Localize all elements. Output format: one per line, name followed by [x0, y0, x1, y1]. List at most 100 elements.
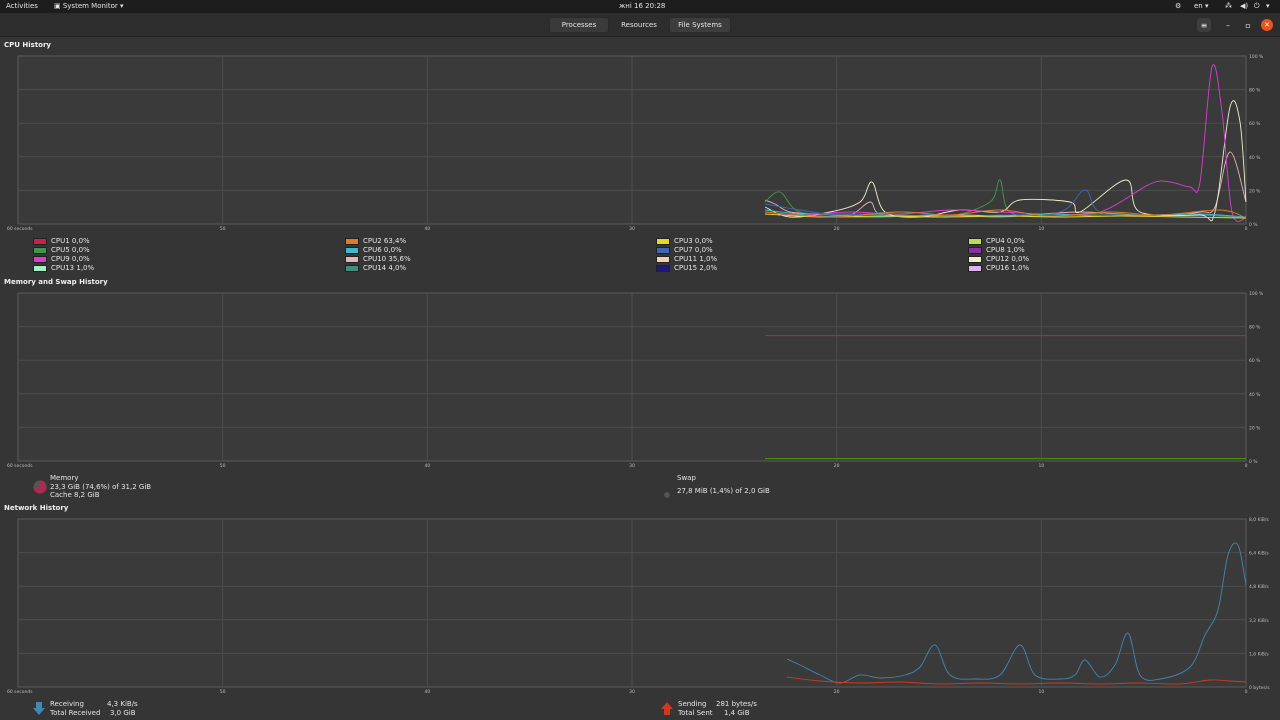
cpu-legend-item[interactable]: CPU13 1,0%: [33, 264, 94, 272]
tab-file-systems-label: File Systems: [678, 21, 722, 29]
cpu-legend-item[interactable]: CPU15 2,0%: [656, 264, 717, 272]
header-bar: Processes Resources File Systems ≡ – ▫ ✕: [0, 13, 1280, 37]
minimize-icon[interactable]: –: [1221, 18, 1235, 32]
cpu-legend-item[interactable]: CPU7 0,0%: [656, 246, 713, 254]
cpu-legend-item[interactable]: CPU14 4,0%: [345, 264, 406, 272]
cpu-legend-item[interactable]: CPU3 0,0%: [656, 237, 713, 245]
cpu-color-swatch[interactable]: [345, 246, 359, 254]
cpu-legend-label: CPU7 0,0%: [674, 246, 713, 254]
memory-x-tick: 20: [834, 463, 840, 469]
hamburger-menu-icon[interactable]: ≡: [1197, 18, 1211, 32]
cpu-color-swatch[interactable]: [345, 264, 359, 272]
memory-x-tick: 60 seconds: [7, 463, 33, 469]
receiving-info: Receiving Total Received: [50, 700, 100, 717]
cpu-x-tick: 40: [424, 226, 430, 232]
settings-icon[interactable]: ⚙: [1175, 2, 1181, 10]
cpu-color-swatch[interactable]: [33, 264, 47, 272]
memory-graph: 60 seconds 50 40 30 20 10 0 100 % 80 % 60 % 40 % 20…: [7, 291, 1264, 469]
memory-y-tick: 60 %: [1249, 358, 1261, 364]
network-graph: 60 seconds 50 40 30 20 10 0 8,0 KiB/s 6,4 KiB/s 4…: [7, 517, 1270, 695]
sending-label: Sending: [678, 700, 707, 708]
tab-resources[interactable]: Resources: [610, 17, 668, 33]
clock[interactable]: жні 16 20:28: [619, 2, 665, 10]
memory-y-tick: 0 %: [1249, 459, 1258, 465]
monitor-icon: ▣: [54, 2, 63, 10]
total-sent-label: Total Sent: [678, 708, 713, 717]
cpu-y-tick: 80 %: [1249, 88, 1261, 94]
network-icon[interactable]: ⁂: [1225, 2, 1232, 10]
network-x-tick: 60 seconds: [7, 689, 33, 695]
system-menu-chevron-icon[interactable]: ▾: [1266, 2, 1270, 10]
power-icon[interactable]: ⏻: [1254, 2, 1260, 11]
cpu-legend-item[interactable]: CPU4 0,0%: [968, 237, 1025, 245]
network-x-tick: 40: [424, 689, 430, 695]
cpu-legend-item[interactable]: CPU5 0,0%: [33, 246, 90, 254]
maximize-icon[interactable]: ▫: [1241, 18, 1255, 32]
tab-file-systems[interactable]: File Systems: [669, 17, 731, 33]
cpu-color-swatch[interactable]: [33, 255, 47, 263]
cpu-color-swatch[interactable]: [656, 264, 670, 272]
cpu-color-swatch[interactable]: [33, 237, 47, 245]
network-y-tick: 4,8 KiB/s: [1249, 584, 1269, 590]
chevron-down-icon: ▾: [117, 2, 124, 10]
cpu-legend-item[interactable]: CPU10 35,6%: [345, 255, 411, 263]
network-y-tick: 3,2 KiB/s: [1249, 618, 1269, 624]
cpu-legend-label: CPU11 1,0%: [674, 255, 718, 263]
network-y-tick: 0 bytes/s: [1249, 685, 1270, 691]
cpu-color-swatch[interactable]: [656, 246, 670, 254]
tab-resources-label: Resources: [621, 21, 657, 29]
swap-used: 27,8 MiB (1,4%) of 2,0 GiB: [677, 486, 770, 495]
cpu-x-tick: 50: [220, 226, 226, 232]
close-icon[interactable]: ✕: [1261, 19, 1273, 31]
cpu-legend-label: CPU13 1,0%: [51, 264, 95, 272]
cpu-y-tick: 0 %: [1249, 222, 1258, 228]
cpu-color-swatch[interactable]: [968, 237, 982, 245]
tab-processes[interactable]: Processes: [549, 17, 609, 33]
memory-y-tick: 40 %: [1249, 392, 1261, 398]
cpu-legend-item[interactable]: CPU1 0,0%: [33, 237, 90, 245]
cpu-graph: 60 seconds 50 40 30 20 10 0 100 % 80 % 60 % 40 % 20…: [7, 54, 1264, 232]
cpu-legend-item[interactable]: CPU16 1,0%: [968, 264, 1029, 272]
cpu-legend-label: CPU10 35,6%: [363, 255, 411, 263]
memory-x-tick: 50: [220, 463, 226, 469]
memory-info: Memory 23,3 GiB (74,6%) of 31,2 GiB Cach…: [50, 474, 151, 500]
language-indicator[interactable]: en ▾: [1194, 2, 1209, 10]
cpu-legend-label: CPU5 0,0%: [51, 246, 90, 254]
activities-button[interactable]: Activities: [6, 2, 38, 10]
total-sent-value: 1,4 GiB: [724, 708, 750, 717]
network-y-tick: 6,4 KiB/s: [1249, 551, 1269, 557]
cpu-color-swatch[interactable]: [968, 264, 982, 272]
cpu-legend-item[interactable]: CPU12 0,0%: [968, 255, 1029, 263]
app-menu[interactable]: ▣ System Monitor ▾: [54, 2, 124, 10]
cpu-legend-item[interactable]: CPU6 0,0%: [345, 246, 402, 254]
cpu-y-tick: 100 %: [1249, 54, 1264, 60]
memory-y-tick: 20 %: [1249, 425, 1261, 431]
app-menu-label: System Monitor: [62, 2, 118, 10]
sending-arrow-icon[interactable]: [661, 700, 673, 719]
cpu-color-swatch[interactable]: [656, 237, 670, 245]
cpu-color-swatch[interactable]: [656, 255, 670, 263]
cpu-x-tick: 60 seconds: [7, 226, 33, 232]
cpu-legend-label: CPU4 0,0%: [986, 237, 1025, 245]
cpu-color-swatch[interactable]: [968, 255, 982, 263]
cpu-legend-item[interactable]: CPU9 0,0%: [33, 255, 90, 263]
sending-values: 281 bytes/s 1,4 GiB: [716, 700, 757, 717]
volume-icon[interactable]: ◀): [1240, 2, 1248, 10]
cpu-legend-item[interactable]: CPU2 63,4%: [345, 237, 406, 245]
memory-pie-icon[interactable]: [33, 479, 47, 494]
cpu-legend-item[interactable]: CPU11 1,0%: [656, 255, 717, 263]
cpu-history-title: CPU History: [4, 41, 51, 49]
swap-label: Swap: [677, 474, 696, 482]
cpu-color-swatch[interactable]: [33, 246, 47, 254]
receiving-arrow-icon[interactable]: [33, 700, 45, 719]
cpu-color-swatch[interactable]: [968, 246, 982, 254]
swap-pie-icon[interactable]: [664, 483, 670, 498]
network-y-tick: 8,0 KiB/s: [1249, 517, 1269, 523]
network-x-tick: 0: [1245, 689, 1248, 695]
cpu-legend-item[interactable]: CPU8 1,0%: [968, 246, 1025, 254]
cpu-color-swatch[interactable]: [345, 255, 359, 263]
network-y-tick: 1,6 KiB/s: [1249, 651, 1269, 657]
cpu-x-tick: 20: [834, 226, 840, 232]
cpu-legend-label: CPU1 0,0%: [51, 237, 90, 245]
cpu-color-swatch[interactable]: [345, 237, 359, 245]
